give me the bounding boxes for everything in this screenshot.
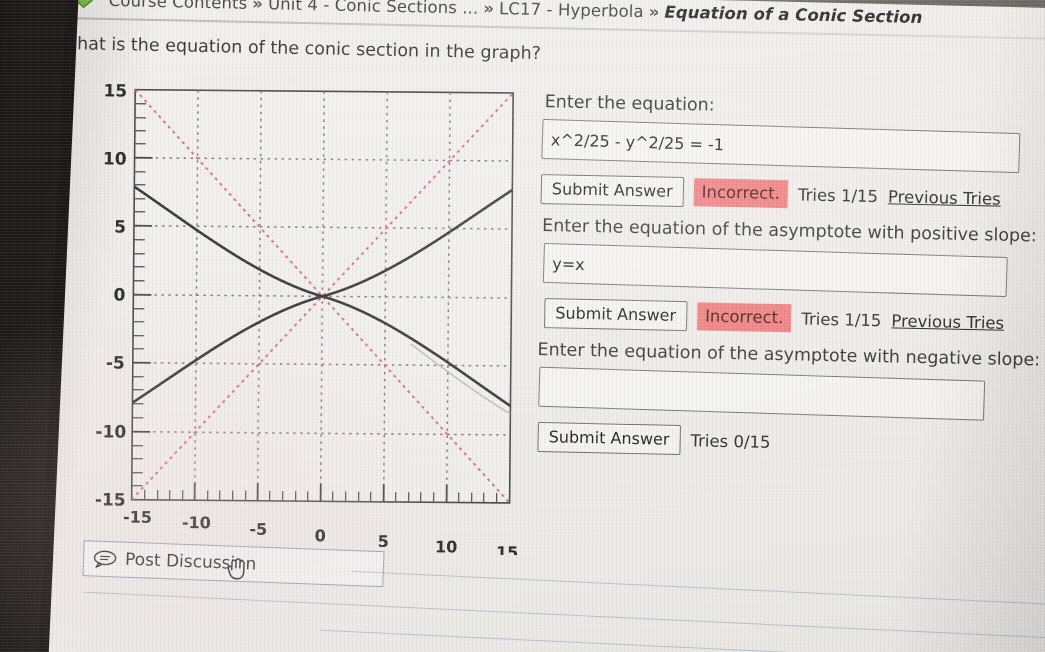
previous-tries-link-2[interactable]: Previous Tries: [891, 311, 1004, 332]
page-divider-2: [82, 591, 1045, 640]
y-tick-15: 15: [103, 81, 127, 101]
equation-input-value: x^2/25 - y^2/25 = -1: [550, 129, 725, 154]
prompt-positive-asymptote: Enter the equation of the asymptote with…: [541, 216, 1038, 247]
y-tick-0: 0: [113, 286, 125, 306]
breadcrumb-item-current: Equation of a Conic Section: [664, 2, 923, 27]
breadcrumb-item-lc17[interactable]: LC17 - Hyperbola: [499, 0, 644, 21]
answer-group-negative-asymptote: Enter the equation of the asymptote with…: [535, 340, 1045, 463]
question-text: What is the equation of the conic sectio…: [59, 33, 542, 64]
submit-answer-button-2[interactable]: Submit Answer: [543, 298, 688, 332]
x-tick-neg5: -5: [249, 520, 267, 539]
breadcrumb-item-course-contents[interactable]: Course Contents: [109, 0, 248, 12]
y-tick-neg5: -5: [106, 353, 125, 373]
positive-asymptote-input-value: y=x: [552, 253, 585, 274]
browser-page: Course Contents » Unit 4 - Conic Section…: [17, 0, 1045, 652]
x-tick-neg10: -10: [182, 513, 211, 532]
x-tick-5: 5: [378, 532, 389, 551]
hand-cursor-icon: [223, 555, 250, 582]
page-divider-1: [350, 570, 1045, 606]
y-tick-neg10: -10: [95, 422, 126, 442]
answer-panel: Enter the equation: x^2/25 - y^2/25 = -1…: [535, 92, 1045, 475]
speech-bubble-icon: [93, 550, 118, 569]
y-tick-neg15: -15: [95, 490, 126, 510]
negative-asymptote-input[interactable]: [538, 366, 986, 421]
answer-group-positive-asymptote: Enter the equation of the asymptote with…: [538, 216, 1045, 339]
breadcrumb-separator: »: [648, 1, 660, 21]
submit-answer-button-3[interactable]: Submit Answer: [537, 422, 681, 456]
breadcrumb-separator: »: [483, 0, 495, 18]
previous-tries-link-1[interactable]: Previous Tries: [888, 187, 1001, 208]
x-tick-neg15: -15: [123, 508, 152, 527]
status-badge-2: Incorrect.: [696, 302, 792, 333]
submit-answer-button-1[interactable]: Submit Answer: [540, 174, 684, 208]
y-tick-5: 5: [114, 218, 126, 238]
x-tick-10: 10: [435, 537, 457, 555]
breadcrumb-separator: »: [252, 0, 264, 13]
prompt-negative-asymptote: Enter the equation of the asymptote with…: [537, 339, 1041, 371]
hyperbola-graph: 15 10 5 0 -5 -10 -15 -15 -10 -5 0 5 10 1…: [79, 71, 543, 555]
x-tick-15: 15: [496, 543, 518, 555]
equation-input[interactable]: x^2/25 - y^2/25 = -1: [541, 118, 1021, 174]
prompt-equation: Enter the equation:: [544, 92, 715, 116]
positive-asymptote-input[interactable]: y=x: [542, 242, 1008, 298]
screen-photo: Course Contents » Unit 4 - Conic Section…: [0, 0, 1045, 652]
tries-counter-1: Tries 1/15: [797, 184, 879, 206]
answer-group-equation: Enter the equation: x^2/25 - y^2/25 = -1…: [540, 92, 1045, 215]
tries-counter-2: Tries 1/15: [801, 309, 882, 330]
tries-counter-3: Tries 0/15: [690, 430, 771, 452]
breadcrumb-item-unit[interactable]: Unit 4 - Conic Sections ...: [268, 0, 479, 17]
status-badge-1: Incorrect.: [693, 178, 789, 209]
x-tick-0: 0: [315, 526, 326, 545]
y-tick-10: 10: [103, 149, 127, 169]
